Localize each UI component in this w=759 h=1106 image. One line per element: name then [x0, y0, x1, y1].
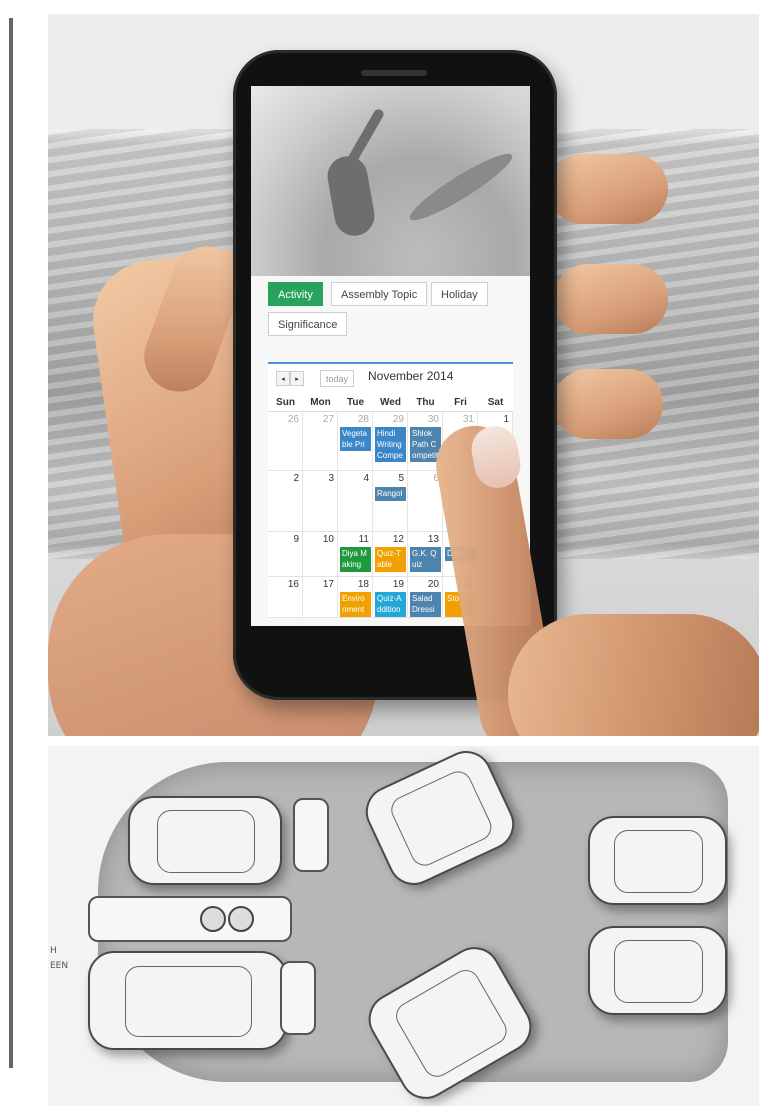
seat-right-bottom	[588, 926, 727, 1015]
surfer-arm	[346, 107, 386, 165]
day-number: 26	[287, 414, 299, 425]
calendar-day[interactable]: 19 Quiz-Addition	[373, 577, 408, 617]
day-number: 13	[427, 534, 439, 545]
calendar-event[interactable]: Hindi Writing Competition	[375, 427, 406, 462]
side-table-bottom	[280, 961, 316, 1035]
side-table-top	[293, 798, 329, 872]
day-number: 2	[293, 473, 299, 484]
calendar-day[interactable]: 13 G.K. Quiz	[408, 532, 443, 576]
calendar-day[interactable]: 18 Environment	[338, 577, 373, 617]
calendar-event[interactable]: Quiz-Addition	[375, 592, 406, 617]
calendar-day[interactable]: 5 Rangoli	[373, 471, 408, 531]
cabin-seating-sketch: H EEN	[48, 746, 759, 1106]
right-finger-2	[553, 264, 668, 334]
weekday-label: Thu	[416, 397, 435, 408]
phone-speaker	[361, 70, 427, 76]
calendar-day[interactable]: 16	[268, 577, 303, 617]
weekday-header: Sun Mon Tue Wed Thu Fri Sat	[268, 394, 513, 412]
day-number: 3	[328, 473, 334, 484]
calendar-event[interactable]: Rangoli	[375, 487, 406, 501]
right-finger-1	[548, 154, 668, 224]
calendar-day[interactable]: 10	[303, 532, 338, 576]
calendar-day[interactable]: 27	[303, 412, 338, 470]
calendar-day[interactable]: 17	[303, 577, 338, 617]
day-number: 20	[427, 579, 439, 590]
calendar-title: November 2014	[368, 369, 454, 383]
day-number: 12	[392, 534, 404, 545]
weekday-label: Mon	[310, 397, 331, 408]
weekday-label: Wed	[380, 397, 401, 408]
weekday-label: Sat	[487, 397, 504, 408]
day-number: 27	[322, 414, 334, 425]
cupholder-icon	[200, 906, 226, 932]
surfboard	[404, 145, 518, 229]
seat-cushion	[387, 766, 496, 871]
today-button[interactable]: today	[320, 370, 355, 387]
weekday-label: Sun	[276, 397, 295, 408]
day-number: 31	[462, 414, 474, 425]
calendar-event[interactable]: G.K. Quiz	[410, 547, 441, 572]
next-month-button[interactable]: ▸	[290, 371, 304, 386]
calendar-day[interactable]: 20 Salad Dressing	[408, 577, 443, 617]
weekday-label: Fri	[454, 397, 467, 408]
day-number: 19	[392, 579, 404, 590]
seat-cushion	[125, 966, 252, 1037]
day-number: 11	[358, 534, 369, 545]
seat-cushion	[157, 809, 255, 874]
calendar-event[interactable]: Quiz-Table	[375, 547, 406, 572]
seat-cushion	[614, 829, 703, 894]
day-number: 1	[503, 414, 509, 425]
tab-activity[interactable]: Activity	[268, 282, 323, 306]
day-number: 29	[392, 414, 404, 425]
calendar-day[interactable]: 12 Quiz-Table	[373, 532, 408, 576]
calendar-day[interactable]: 9	[268, 532, 303, 576]
right-finger-3	[553, 369, 663, 439]
seat-bottom-left	[88, 951, 287, 1050]
calendar-event[interactable]: Salad Dressing	[410, 592, 441, 617]
weekday-label: Tue	[346, 397, 365, 408]
calendar-day[interactable]: 4	[338, 471, 373, 531]
cupholder-icon	[228, 906, 254, 932]
surfer-banner-image	[251, 86, 530, 276]
calendar-event[interactable]: Environment	[340, 592, 371, 617]
tab-significance[interactable]: Significance	[268, 312, 348, 336]
calendar-day[interactable]: 26	[268, 412, 303, 470]
day-number: 18	[357, 579, 369, 590]
seat-top-left	[128, 796, 282, 885]
surfer-body	[324, 153, 378, 239]
seat-right-top	[588, 816, 727, 905]
day-number: 16	[287, 579, 299, 590]
calendar-event[interactable]: Vegetable Printing	[340, 427, 371, 451]
day-number: 9	[293, 534, 299, 545]
center-console	[88, 896, 292, 942]
tab-assembly-topic[interactable]: Assembly Topic	[331, 282, 428, 306]
calendar-day[interactable]: 29 Hindi Writing Competition	[373, 412, 408, 470]
day-number: 4	[363, 473, 369, 484]
day-number: 5	[398, 473, 404, 484]
calendar-day[interactable]: 11 Diya Making	[338, 532, 373, 576]
sketch-annotation: H	[50, 946, 57, 956]
calendar-day[interactable]: 2	[268, 471, 303, 531]
day-number: 28	[357, 414, 369, 425]
day-number: 10	[322, 534, 334, 545]
day-number: 17	[322, 579, 334, 590]
left-divider	[9, 18, 13, 1068]
phone-photo: Activity Assembly Topic Holiday Signific…	[48, 14, 759, 736]
day-number: 30	[427, 414, 439, 425]
calendar-event[interactable]: Diya Making	[340, 547, 371, 572]
tab-holiday[interactable]: Holiday	[431, 282, 488, 306]
hand-knuckles	[508, 614, 759, 736]
sketch-annotation: EEN	[50, 961, 69, 971]
prev-month-button[interactable]: ◂	[276, 371, 290, 386]
seat-cushion	[614, 939, 703, 1004]
calendar-day[interactable]: 28 Vegetable Printing	[338, 412, 373, 470]
calendar-toolbar: ◂ ▸ today November 2014	[268, 364, 513, 394]
calendar-day[interactable]: 3	[303, 471, 338, 531]
